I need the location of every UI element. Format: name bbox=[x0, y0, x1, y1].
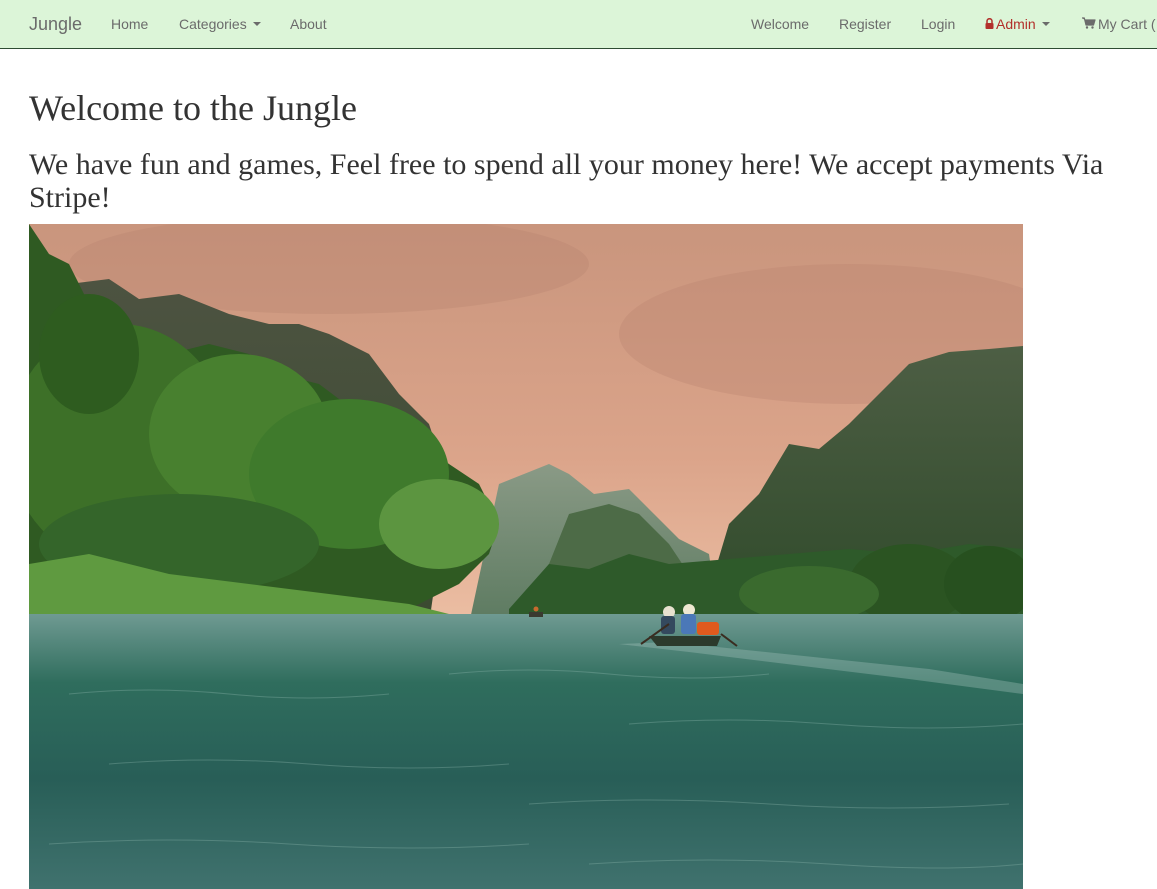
nav-categories-dropdown[interactable]: Categories bbox=[179, 0, 261, 48]
river-landscape-illustration bbox=[29, 224, 1023, 889]
nav-cart-link[interactable]: My Cart ( bbox=[1082, 0, 1156, 48]
page-title: Welcome to the Jungle bbox=[29, 88, 358, 128]
nav-register-link[interactable]: Register bbox=[839, 0, 891, 48]
lock-icon bbox=[985, 17, 994, 29]
chevron-down-icon bbox=[252, 22, 261, 27]
hero-image bbox=[29, 224, 1023, 889]
brand-link[interactable]: Jungle bbox=[29, 0, 82, 48]
nav-login-link[interactable]: Login bbox=[921, 0, 955, 48]
nav-cart-label: My Cart ( bbox=[1098, 16, 1156, 32]
nav-categories-label: Categories bbox=[179, 16, 247, 32]
page-subtitle: We have fun and games, Feel free to spen… bbox=[29, 148, 1104, 214]
nav-about-link[interactable]: About bbox=[290, 0, 327, 48]
top-navbar: Jungle Home Categories About Welcome Reg… bbox=[0, 0, 1157, 49]
nav-admin-label: Admin bbox=[996, 16, 1036, 32]
nav-home-link[interactable]: Home bbox=[111, 0, 148, 48]
nav-cart-container: My Cart ( bbox=[1082, 0, 1157, 48]
nav-welcome-link[interactable]: Welcome bbox=[751, 0, 809, 48]
shopping-cart-icon bbox=[1082, 17, 1096, 29]
chevron-down-icon bbox=[1041, 22, 1050, 27]
nav-admin-dropdown[interactable]: Admin bbox=[985, 0, 1050, 48]
